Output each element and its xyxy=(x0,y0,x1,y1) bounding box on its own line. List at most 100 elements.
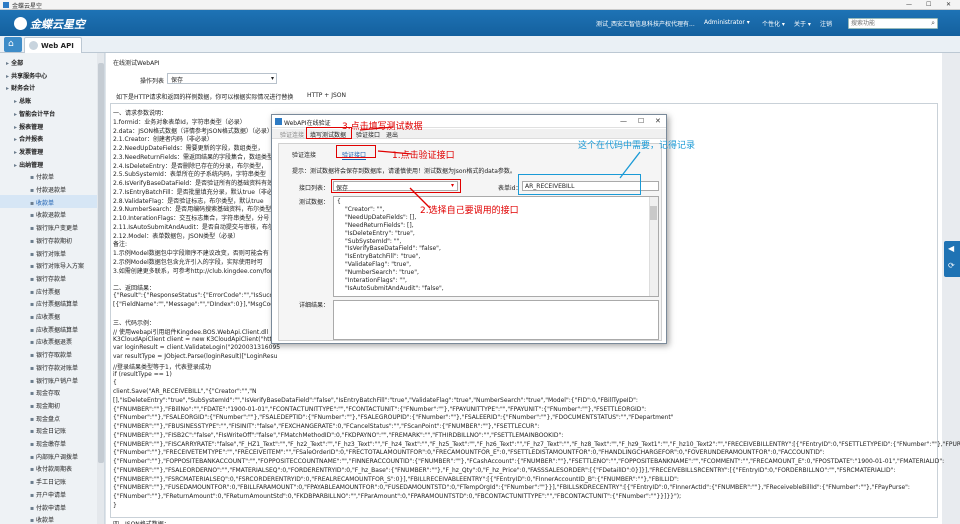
sidebar-item[interactable]: ▪ 银行存款期初 xyxy=(0,233,97,246)
sidebar-item[interactable]: ▪ 付款单 xyxy=(0,169,97,182)
tab-close-icon[interactable] xyxy=(29,41,38,50)
sidebar-item[interactable]: ▸ 智能会计平台 xyxy=(0,106,97,119)
sidebar-item[interactable]: ▪ 现金盘点 xyxy=(0,411,97,424)
sidebar-item[interactable]: ▪ 现金期初 xyxy=(0,398,97,411)
doc-line: 3.如需创建更多联系，可参考http://club.kingdee.com/fo… xyxy=(113,267,273,275)
user-menu[interactable]: Administrator ▾ xyxy=(704,19,750,26)
sidebar-item[interactable]: ▪ 银行账户变更单 xyxy=(0,220,97,233)
doc-line: // 使用webapi引用组件Kingdee.BOS.WebApi.Client… xyxy=(113,328,269,336)
sidebar-item-label: 银行存款对账单 xyxy=(35,364,78,372)
annotation-4: 这个在代码中需要，记得记录 xyxy=(578,141,696,151)
tab-bar: ⌂ Web API xyxy=(0,36,960,53)
maximize-button[interactable]: ☐ xyxy=(926,1,931,8)
main-scrollbar[interactable] xyxy=(942,53,960,524)
doc-line: 2.12.Model：表单数据包，JSON类型（必录） xyxy=(113,232,240,240)
sidebar-item[interactable]: ▪ 现金日记账 xyxy=(0,423,97,436)
interface-list-select[interactable]: 保存 ▾ xyxy=(167,73,277,84)
doc-line: client.Save("AR_RECEIVEBILL","{"Creator"… xyxy=(113,388,257,395)
sidebar-item-label: 全部 xyxy=(11,60,24,67)
sidebar-item-label: 出纳管理 xyxy=(19,161,44,169)
annotation-3: 3.点击填写测试数据 xyxy=(342,122,423,132)
sidebar-item[interactable]: ▸ 合并报表 xyxy=(0,131,97,144)
sidebar-item[interactable]: ▪ 收款退款单 xyxy=(0,207,97,220)
result-textarea[interactable] xyxy=(333,300,659,340)
json-line: "IsDeleteEntry": "true", xyxy=(345,229,415,237)
json-line: "NeedReturnFields": [], xyxy=(345,221,414,229)
sidebar-item[interactable]: ▪ 银行存款单 xyxy=(0,271,97,284)
sidebar-item[interactable]: ▸ 发票管理 xyxy=(0,144,97,157)
doc-line: 2.5.SubSystemId：表单所在的子系统内码，字符串类型 xyxy=(113,171,266,179)
search-input[interactable] xyxy=(849,19,929,28)
sidebar-item[interactable]: ▪ 内部账户调拨单 xyxy=(0,449,97,462)
sidebar-item[interactable]: ▪ 付款申请单 xyxy=(0,500,97,513)
minimize-button[interactable]: — xyxy=(906,1,912,8)
search-box[interactable]: ⌕ xyxy=(848,18,938,29)
sidebar-item[interactable]: ▸ 全部 xyxy=(0,55,97,68)
sidebar-item[interactable]: ▪ 手工日记账 xyxy=(0,474,97,487)
sidebar-item[interactable]: ▪ 银行账户销户单 xyxy=(0,373,97,386)
arrow-left-icon[interactable]: ◀ xyxy=(948,244,954,253)
sidebar-item[interactable]: ▪ 银行存款对账单 xyxy=(0,360,97,373)
doc-line: [{"FieldName":"","Message":"","DIndex":0… xyxy=(113,300,283,308)
doc-line: 2.4.IsDeleteEntry：是否删除已存在的分录，布尔类型， xyxy=(113,162,268,170)
sidebar-item[interactable]: ▪ 应收票据 xyxy=(0,309,97,322)
sidebar-item[interactable]: ▪ 应付票据结算单 xyxy=(0,296,97,309)
sidebar-item-label: 现金存取 xyxy=(35,390,60,398)
doc-line: 四、JSON格式数据： xyxy=(113,519,170,524)
json-line: "IsEntryBatchFill": "true", xyxy=(345,253,421,261)
sidebar-item-label: 应付票据结算单 xyxy=(35,301,78,309)
json-line: "ValidateFlag": "true", xyxy=(345,261,411,269)
sidebar-item[interactable]: ▪ 应付票据 xyxy=(0,284,97,297)
sidebar-item[interactable]: ▪ 收款单 xyxy=(0,512,97,524)
close-button[interactable]: ✕ xyxy=(946,1,951,8)
sidebar-scroll-thumb[interactable] xyxy=(98,63,104,463)
sidebar-item[interactable]: ▸ 财务会计 xyxy=(0,80,97,93)
sidebar-item[interactable]: ▸ 报表管理 xyxy=(0,119,97,132)
logo: 金蝶云星空 xyxy=(14,16,85,32)
info-line: 如下是HTTP请求和返回的样例数据，你可以根据实际情况进行替换 xyxy=(116,94,294,101)
sidebar-item[interactable]: ▸ 总账 xyxy=(0,93,97,106)
sidebar-item-label: 银行对账单 xyxy=(35,250,66,258)
sidebar-item-label: 收款退款单 xyxy=(35,212,66,220)
doc-line: 2.3.NeedReturnFields：需返回结果的字段集合，数组类型， xyxy=(113,153,280,161)
sidebar-item[interactable]: ▪ 现金存取 xyxy=(0,385,97,398)
sidebar-item[interactable]: ▪ 付款退款单 xyxy=(0,182,97,195)
logout-link[interactable]: 注销 xyxy=(820,19,832,28)
company-name[interactable]: 测试_西安汇智信息科技产权代理有... xyxy=(596,19,695,28)
sidebar-item-label: 应收票据退票 xyxy=(35,339,72,347)
sidebar-item-label: 银行存款期初 xyxy=(35,237,72,245)
doc-line: //登录结果类型等于1，代表登录成功 xyxy=(113,363,211,371)
home-icon: ⌂ xyxy=(8,39,14,49)
sidebar-item[interactable]: ▸ 共享服务中心 xyxy=(0,68,97,81)
doc-line: [],"IsDeleteEntry":"true","SubSystemId":… xyxy=(113,396,638,404)
sidebar-item[interactable]: ▪ 银行存取款单 xyxy=(0,347,97,360)
home-tab[interactable]: ⌂ xyxy=(4,37,22,52)
refresh-icon[interactable]: ⟳ xyxy=(948,261,955,270)
sidebar-item[interactable]: ▪ 开户申请单 xyxy=(0,487,97,500)
sidebar-item[interactable]: ▪ 银行对账导入方案 xyxy=(0,258,97,271)
tab-webapi[interactable]: Web API xyxy=(24,37,82,53)
search-icon[interactable]: ⌕ xyxy=(931,19,935,28)
sidebar-item[interactable]: ▪ 收款单 xyxy=(0,194,97,208)
sidebar-item-label: 财务会计 xyxy=(11,85,36,93)
doc-line: {"FNUMBER":""},"FISB2C":"false","FIsWrit… xyxy=(113,431,564,439)
doc-line: 2.9.NumberSearch：是否用编码搜索基础资料，布尔类型 xyxy=(113,206,272,214)
sidebar: ▸ 全部 ▸ 共享服务中心 ▸ 财务会计 ▸ 总账 ▸ 智能会计平台 ▸ 报表管理 ▸ 合并… xyxy=(0,53,105,524)
sidebar-item[interactable]: ▪ 应收票据退票 xyxy=(0,334,97,347)
doc-line: {"FNumber":""},"FRECEIVETEMTYPE":"","FRE… xyxy=(113,449,825,457)
sidebar-item-label: 现金盘点 xyxy=(35,415,60,423)
doc-line: {"FNUMBER":""},"FSRCMATERIALSEQ":0,"FSRC… xyxy=(113,475,679,483)
sidebar-item[interactable]: ▸ 出纳管理 xyxy=(0,157,97,170)
floating-toolbar[interactable]: ◀ ⟳ xyxy=(944,241,960,277)
page-title: 在线测试WebAPI xyxy=(113,60,160,67)
sidebar-item[interactable]: ▪ 银行对账单 xyxy=(0,246,97,259)
doc-line: 2.示例Model数据包包含允许引入的字段，实际使用时可 xyxy=(113,258,263,266)
window-title: 金蝶云星空 xyxy=(12,3,43,10)
sidebar-item[interactable]: ▪ 收付款周期表 xyxy=(0,461,97,474)
about-menu[interactable]: 关于 ▾ xyxy=(794,19,811,28)
sidebar-item[interactable]: ▪ 现金缴存单 xyxy=(0,436,97,449)
sidebar-item-label: 银行账户变更单 xyxy=(35,225,78,233)
doc-line: {"FNUMBER":""},"FBUSINESSTYPE":"","FISIN… xyxy=(113,423,540,430)
personalize-menu[interactable]: 个性化 ▾ xyxy=(762,19,785,28)
sidebar-item[interactable]: ▪ 应收票据结算单 xyxy=(0,322,97,335)
